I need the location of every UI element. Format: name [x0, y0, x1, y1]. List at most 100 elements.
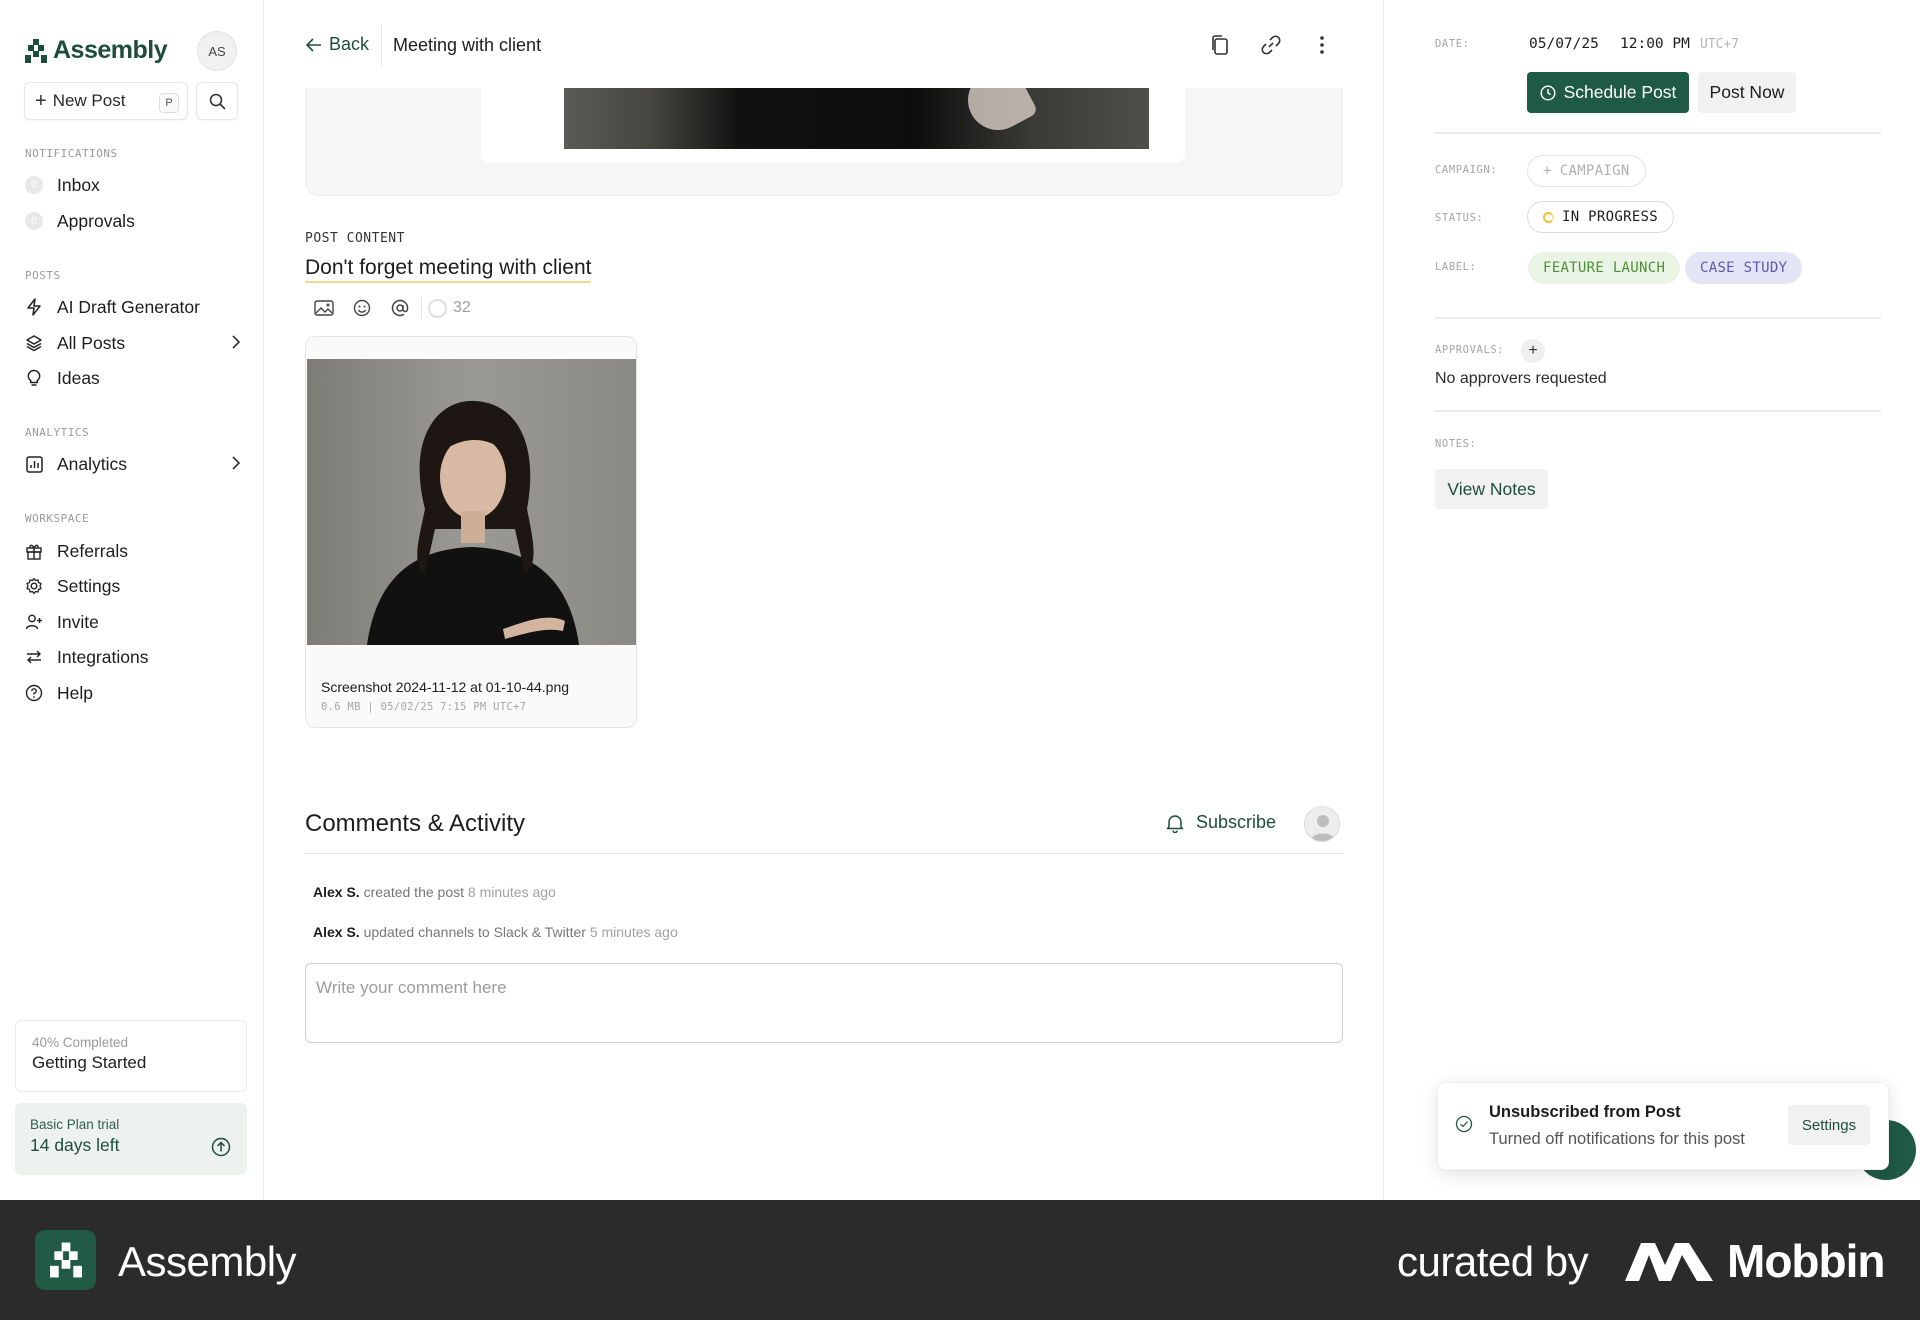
sidebar-item-approvals[interactable]: 0 Approvals [25, 206, 241, 236]
notification-toast: Unsubscribed from Post Turned off notifi… [1437, 1082, 1889, 1170]
mobbin-logo: Mobbin [1625, 1234, 1885, 1288]
post-content-label: POST CONTENT [305, 231, 405, 246]
section-label-posts: POSTS [25, 269, 61, 282]
mobbin-name: Mobbin [1727, 1235, 1885, 1287]
toast-settings-button[interactable]: Settings [1788, 1105, 1870, 1145]
sidebar-item-label: Help [57, 682, 93, 703]
mention-icon[interactable] [381, 296, 419, 320]
activity-action: updated channels to Slack & Twitter [363, 924, 586, 940]
comment-input[interactable]: Write your comment here [305, 963, 1343, 1043]
clock-icon [1540, 84, 1556, 101]
section-label-workspace: WORKSPACE [25, 512, 90, 525]
search-icon [209, 93, 225, 109]
page-title: Meeting with client [393, 35, 542, 55]
status-pill[interactable]: IN PROGRESS [1527, 201, 1675, 233]
date-value[interactable]: 05/07/25 [1529, 36, 1599, 52]
sidebar: Assembly AS + New Post P NOTIFICATIONS 0… [0, 0, 264, 1200]
add-approver-button[interactable]: + [1521, 339, 1545, 363]
post-details-panel: DATE: 05/07/25 12:00 PM UTC+7 Schedule P… [1383, 0, 1920, 1200]
new-post-button[interactable]: + New Post P [24, 82, 188, 120]
sidebar-item-settings[interactable]: Settings [25, 571, 241, 601]
footer-brand: Assembly [118, 1238, 297, 1285]
section-label-notifications: NOTIFICATIONS [25, 147, 118, 160]
user-avatar[interactable]: AS [197, 31, 237, 71]
sidebar-item-inbox[interactable]: 0 Inbox [25, 170, 241, 200]
back-label: Back [329, 34, 370, 54]
chevron-right-icon[interactable] [231, 334, 241, 355]
post-now-button[interactable]: Post Now [1698, 72, 1796, 113]
sidebar-item-label: Invite [57, 611, 99, 632]
divider [305, 853, 1343, 854]
curated-by-text: curated by [1397, 1238, 1589, 1285]
arrows-icon [25, 648, 43, 666]
assembly-logo-icon [25, 38, 47, 63]
sidebar-item-help[interactable]: Help [25, 678, 241, 708]
search-button[interactable] [196, 82, 238, 120]
sidebar-item-integrations[interactable]: Integrations [25, 642, 241, 672]
schedule-post-button[interactable]: Schedule Post [1527, 72, 1689, 113]
link-icon[interactable] [1258, 32, 1284, 58]
person-icon [1311, 815, 1335, 841]
activity-time: 8 minutes ago [467, 884, 556, 900]
chevron-right-icon[interactable] [231, 455, 241, 476]
subscriber-avatar[interactable] [1304, 806, 1340, 842]
sidebar-item-invite[interactable]: Invite [25, 607, 241, 637]
sidebar-item-ideas[interactable]: Ideas [25, 363, 241, 393]
activity-user[interactable]: Alex S. [313, 884, 360, 900]
sidebar-item-all-posts[interactable]: All Posts [25, 328, 241, 358]
activity-user[interactable]: Alex S. [313, 924, 360, 940]
activity-action: created the post [363, 884, 464, 900]
attachment-image[interactable] [307, 359, 636, 645]
approvals-count: 0 [25, 212, 43, 230]
emoji-icon[interactable] [343, 296, 381, 320]
divider [1435, 410, 1881, 412]
plus-icon: + [1543, 163, 1552, 179]
attachment-meta: 0.6 MB | 05/02/25 7:15 PM UTC+7 [321, 701, 527, 713]
toolbar-divider [421, 297, 422, 319]
divider [1435, 317, 1881, 319]
attachment-card[interactable]: Screenshot 2024-11-12 at 01-10-44.png 0.… [305, 336, 637, 728]
back-button[interactable]: Back [305, 34, 369, 55]
sidebar-item-analytics[interactable]: Analytics [25, 449, 241, 479]
attachment-filename: Screenshot 2024-11-12 at 01-10-44.png [321, 679, 570, 695]
campaign-pill[interactable]: + CAMPAIGN [1527, 155, 1646, 187]
campaign-value: CAMPAIGN [1559, 163, 1630, 179]
time-value[interactable]: 12:00 PM [1620, 36, 1690, 52]
assembly-logo-icon [35, 1230, 96, 1290]
toast-title: Unsubscribed from Post [1489, 1103, 1681, 1121]
divider [1435, 132, 1881, 134]
activity-item: Alex S. created the post 8 minutes ago [313, 884, 556, 900]
sidebar-item-label: AI Draft Generator [57, 296, 200, 317]
status-progress-icon [1543, 211, 1554, 223]
upgrade-arrow-icon[interactable] [211, 1137, 231, 1162]
subscribe-button[interactable]: Subscribe [1166, 812, 1276, 833]
app-logo-text: Assembly [53, 36, 168, 64]
layers-icon [25, 334, 43, 352]
more-vertical-icon[interactable] [1309, 32, 1335, 58]
date-label: DATE: [1435, 38, 1470, 50]
mobbin-logo-icon [1625, 1243, 1713, 1281]
sidebar-item-label: Settings [57, 575, 121, 596]
comment-placeholder: Write your comment here [316, 978, 507, 997]
post-content-text[interactable]: Don't forget meeting with client [305, 256, 592, 283]
activity-time: 5 minutes ago [589, 924, 678, 940]
plus-icon: + [35, 90, 47, 112]
app-logo[interactable]: Assembly [25, 36, 168, 65]
image-icon[interactable] [305, 296, 343, 320]
shortcut-badge: P [159, 93, 179, 113]
bell-icon [1166, 814, 1184, 833]
label-pill-feature-launch[interactable]: FEATURE LAUNCH [1528, 252, 1681, 284]
inbox-count: 0 [25, 176, 43, 194]
getting-started-title: Getting Started [32, 1053, 147, 1072]
sidebar-item-label: Inbox [57, 174, 100, 195]
sidebar-item-label: Approvals [57, 210, 135, 231]
sidebar-item-referrals[interactable]: Referrals [25, 536, 241, 566]
view-notes-button[interactable]: View Notes [1435, 469, 1548, 509]
trial-card[interactable]: Basic Plan trial 14 days left [15, 1103, 247, 1175]
getting-started-card[interactable]: 40% Completed Getting Started [15, 1020, 247, 1092]
toast-description: Turned off notifications for this post [1489, 1130, 1745, 1148]
label-pill-case-study[interactable]: CASE STUDY [1685, 252, 1803, 284]
status-value: IN PROGRESS [1562, 209, 1659, 225]
duplicate-icon[interactable] [1207, 32, 1233, 58]
sidebar-item-ai-draft-generator[interactable]: AI Draft Generator [25, 292, 241, 322]
